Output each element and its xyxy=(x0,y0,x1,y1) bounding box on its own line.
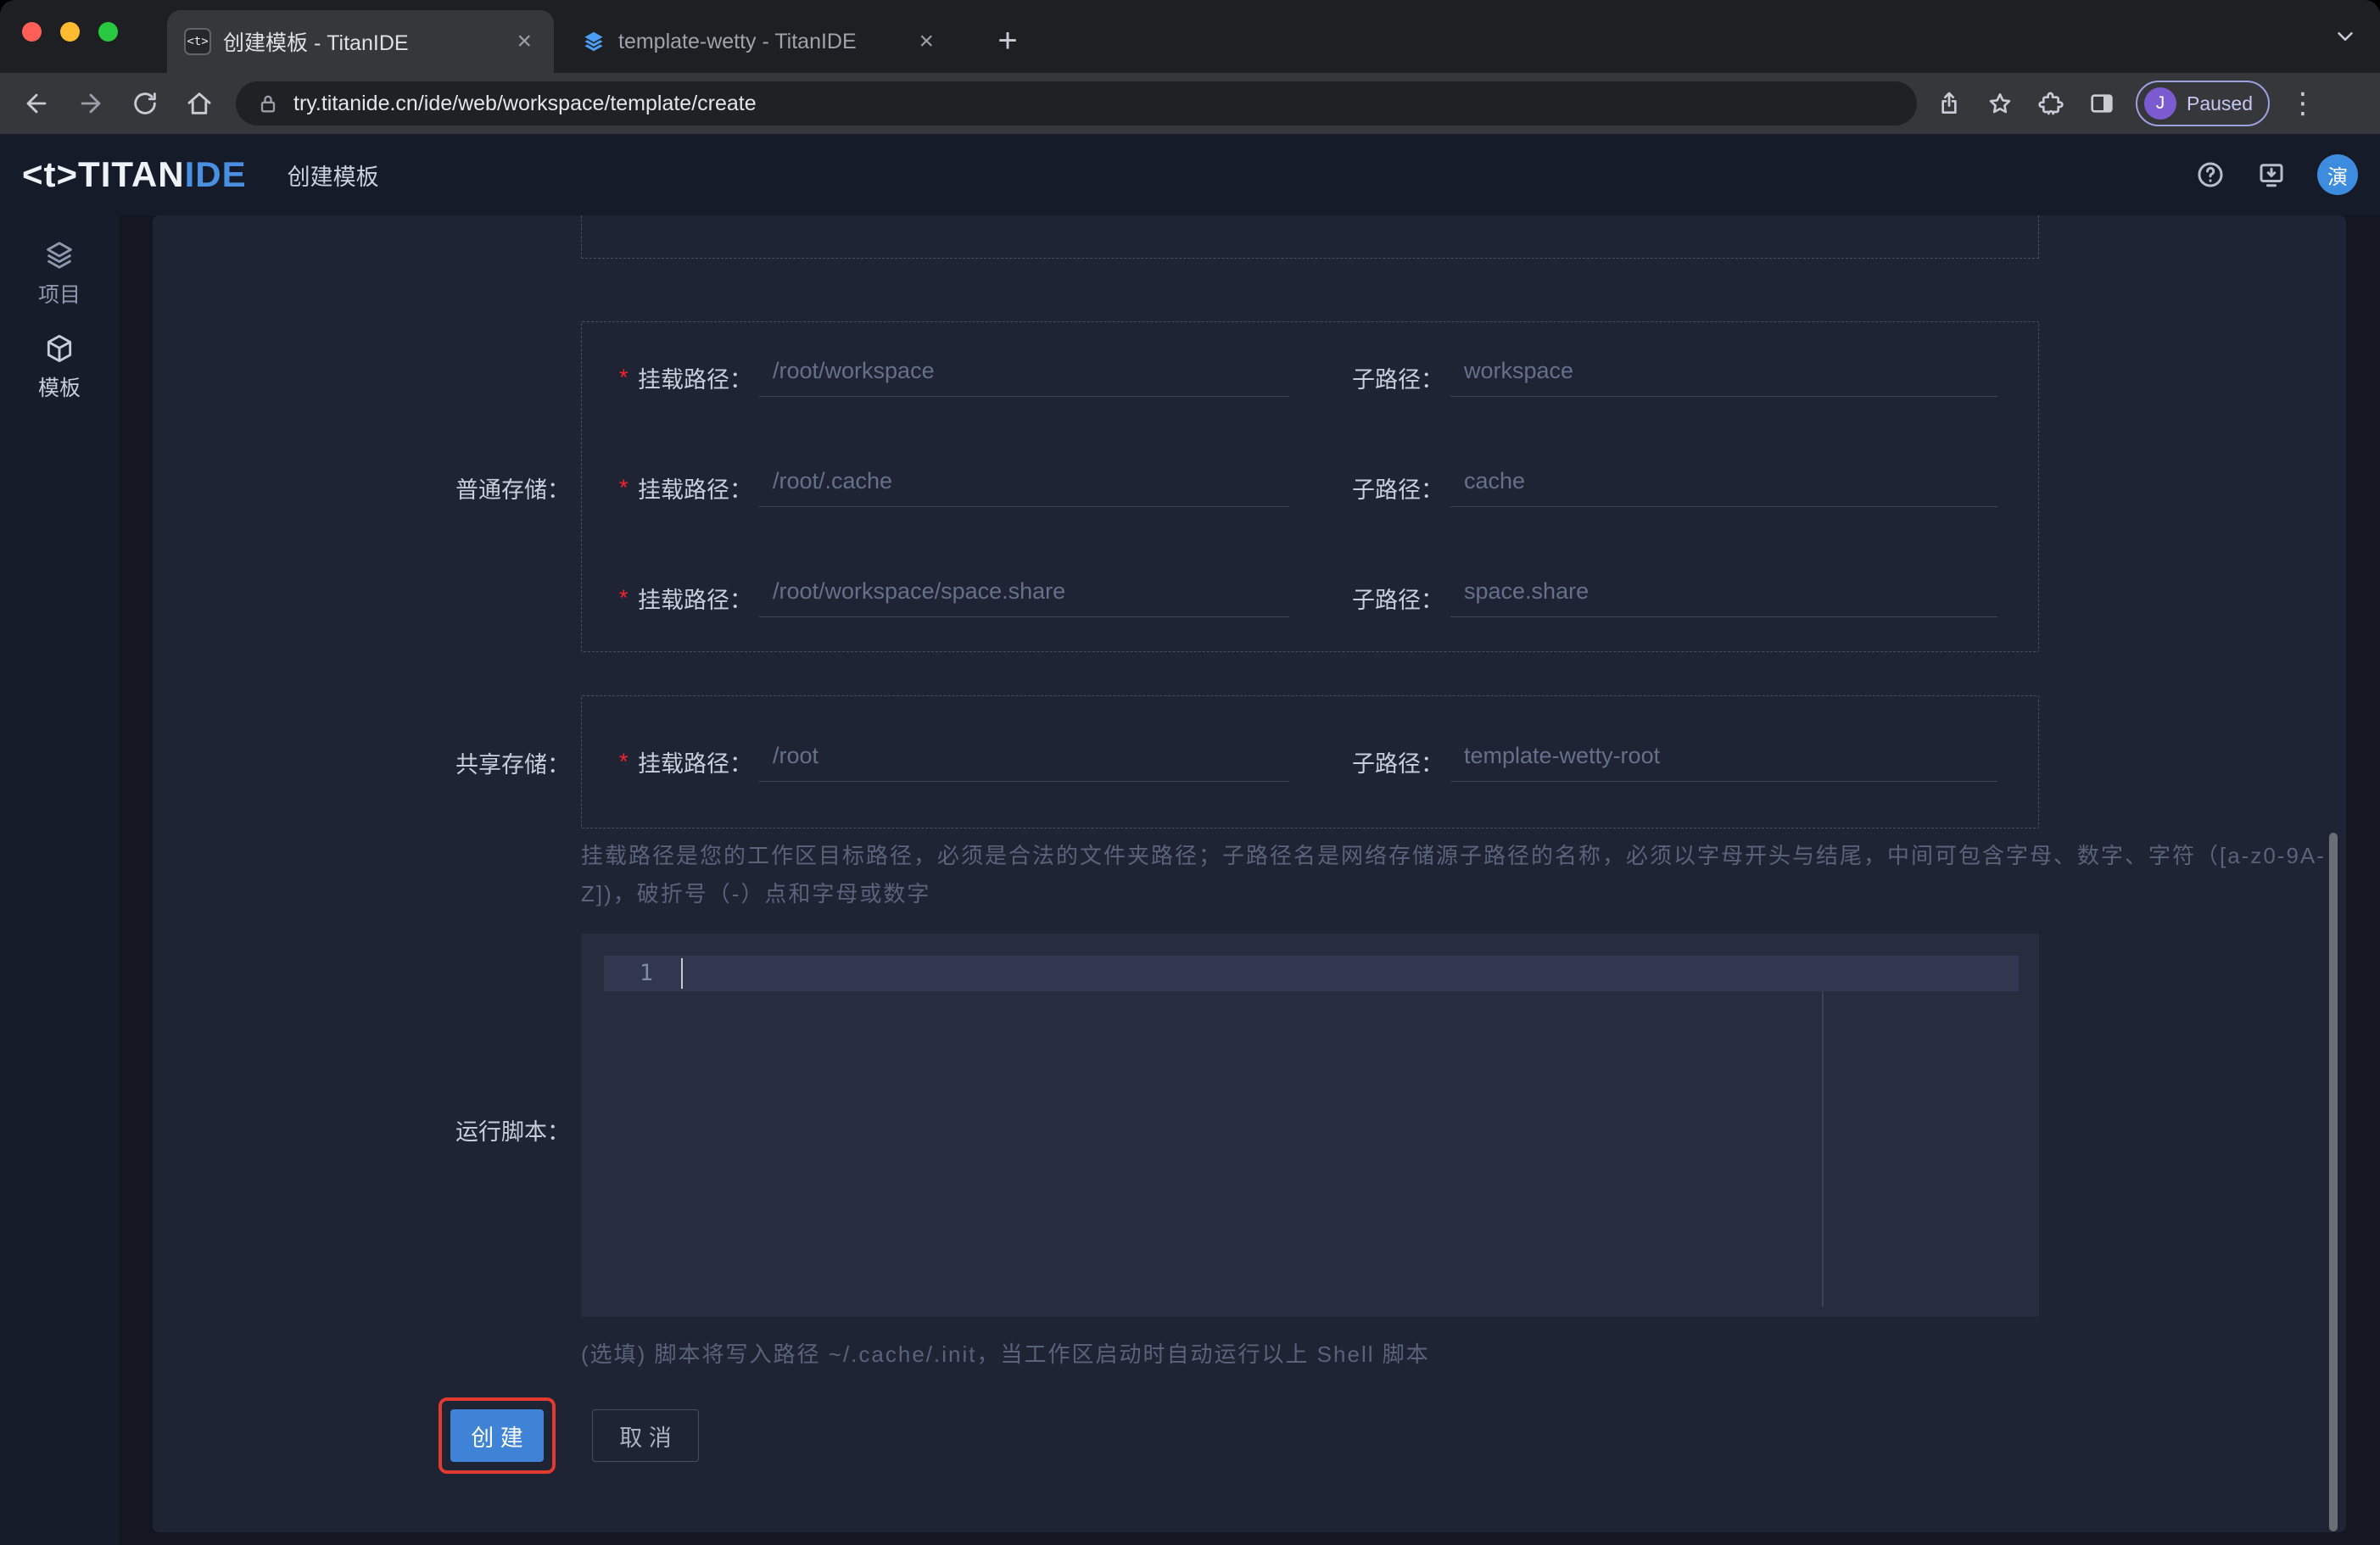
storage-row: * 挂载路径： /root 子路径： template-wetty-root xyxy=(582,743,2038,782)
required-mark: * xyxy=(619,364,629,390)
titanide-logo[interactable]: <t>TITANIDE xyxy=(22,154,247,195)
tab-title: 创建模板 - TitanIDE xyxy=(223,31,409,55)
sidebar-item-projects[interactable]: 项目 xyxy=(0,215,119,309)
sub-path-input[interactable]: template-wetty-root xyxy=(1450,743,1997,782)
extensions-puzzle-icon[interactable] xyxy=(2037,90,2064,117)
sub-path-input[interactable]: workspace xyxy=(1450,358,1997,397)
create-button[interactable]: 创 建 xyxy=(450,1409,544,1462)
app-header: <t>TITANIDE 创建模板 demo 演 xyxy=(0,134,2380,336)
browser-profile-button[interactable]: J Paused xyxy=(2136,81,2271,126)
required-mark: * xyxy=(619,749,629,774)
window-close-button[interactable] xyxy=(22,22,42,42)
sub-path-label: 子路径： xyxy=(1352,477,1444,503)
back-icon[interactable] xyxy=(22,89,51,118)
address-bar[interactable]: try.titanide.cn/ide/web/workspace/templa… xyxy=(236,81,1917,125)
url-text: try.titanide.cn/ide/web/workspace/templa… xyxy=(293,91,757,115)
home-icon[interactable] xyxy=(185,89,214,118)
bookmark-star-icon[interactable] xyxy=(1986,90,2014,117)
sub-path-label: 子路径： xyxy=(1352,366,1444,393)
user-avatar[interactable]: 演 xyxy=(2317,154,2358,195)
template-favicon xyxy=(581,29,606,54)
lock-icon[interactable] xyxy=(256,92,280,115)
mount-path-input[interactable]: /root/workspace xyxy=(759,358,1289,397)
share-icon[interactable] xyxy=(1936,90,1963,117)
mount-path-label: 挂载路径： xyxy=(638,366,752,393)
profile-sync-status: Paused xyxy=(2187,92,2254,114)
mount-path-label: 挂载路径： xyxy=(638,477,752,503)
text-cursor xyxy=(681,958,683,989)
storage-row: * 挂载路径： /root/.cache 子路径： cache xyxy=(582,432,2038,543)
storage-row: * 挂载路径： /root/workspace 子路径： workspace xyxy=(582,322,2038,432)
side-panel-icon[interactable] xyxy=(2088,90,2115,117)
sidebar-item-label: 项目 xyxy=(37,283,81,307)
previous-section-box xyxy=(581,215,2039,259)
current-line-highlight xyxy=(604,956,2019,991)
mount-path-input[interactable]: /root/.cache xyxy=(759,468,1289,507)
sub-path-label: 子路径： xyxy=(1352,751,1444,777)
required-mark: * xyxy=(619,474,629,500)
forward-icon[interactable] xyxy=(76,89,105,118)
sub-path-input[interactable]: space.share xyxy=(1450,578,1997,617)
profile-avatar: J xyxy=(2144,87,2176,120)
sub-path-input[interactable]: cache xyxy=(1450,468,1997,507)
client-download-icon[interactable] xyxy=(2256,159,2287,190)
window-controls xyxy=(22,22,118,42)
tab-close-icon[interactable]: × xyxy=(913,27,939,56)
tab-title: template-wetty - TitanIDE xyxy=(618,29,857,53)
tab-strip: <t> 创建模板 - TitanIDE × template-wetty - T… xyxy=(0,0,2380,73)
sidebar-item-templates[interactable]: 模板 xyxy=(0,309,119,402)
storage-row: * 挂载路径： /root/workspace/space.share 子路径：… xyxy=(582,543,2038,653)
layers-icon xyxy=(43,239,75,271)
app-sidebar: 项目 模板 xyxy=(0,215,119,1545)
mount-path-input[interactable]: /root/workspace/space.share xyxy=(759,578,1289,617)
titanide-favicon: <t> xyxy=(184,28,211,55)
browser-toolbar: try.titanide.cn/ide/web/workspace/templa… xyxy=(0,73,2380,134)
window-minimize-button[interactable] xyxy=(60,22,80,42)
cancel-button[interactable]: 取 消 xyxy=(592,1409,699,1462)
page-title: 创建模板 xyxy=(287,164,379,190)
reload-icon[interactable] xyxy=(131,89,159,118)
mount-path-label: 挂载路径： xyxy=(638,587,752,613)
editor-guide-line xyxy=(1822,991,1824,1307)
new-tab-button[interactable]: + xyxy=(989,22,1026,59)
normal-storage-label: 普通存储： xyxy=(455,477,570,503)
shared-storage-label: 共享存储： xyxy=(455,752,570,778)
line-number: 1 xyxy=(639,960,653,986)
page-scrollbar[interactable] xyxy=(2329,833,2338,1531)
required-mark: * xyxy=(619,584,629,611)
path-rules-help-text: 挂载路径是您的工作区目标路径，必须是合法的文件夹路径；子路径名是网络存储源子路径… xyxy=(581,843,2326,906)
shared-storage-group: * 挂载路径： /root 子路径： template-wetty-root xyxy=(581,695,2039,828)
sidebar-item-label: 模板 xyxy=(37,376,81,400)
tab-create-template[interactable]: <t> 创建模板 - TitanIDE × xyxy=(167,10,554,73)
normal-storage-group: * 挂载路径： /root/workspace 子路径： workspace *… xyxy=(581,321,2039,652)
help-icon[interactable] xyxy=(2195,159,2226,190)
script-code-editor[interactable]: 1 xyxy=(581,934,2039,1317)
sub-path-label: 子路径： xyxy=(1352,587,1444,613)
browser-menu-icon[interactable]: ⋮ xyxy=(2288,86,2317,120)
run-script-label: 运行脚本： xyxy=(455,1119,570,1145)
mount-path-input[interactable]: /root xyxy=(759,743,1289,782)
mount-path-label: 挂载路径： xyxy=(638,751,752,777)
script-help-text: (选填) 脚本将写入路径 ~/.cache/.init，当工作区启动时自动运行以… xyxy=(581,1341,1430,1367)
tab-template-wetty[interactable]: template-wetty - TitanIDE × xyxy=(564,10,956,73)
browser-window: <t> 创建模板 - TitanIDE × template-wetty - T… xyxy=(0,0,2380,1545)
window-zoom-button[interactable] xyxy=(98,22,118,42)
tab-search-chevron-icon[interactable] xyxy=(2333,24,2358,49)
tab-close-icon[interactable]: × xyxy=(511,27,537,56)
create-template-form: 普通存储： * 挂载路径： /root/workspace 子路径： works… xyxy=(153,215,2346,1532)
cube-icon xyxy=(43,332,75,365)
